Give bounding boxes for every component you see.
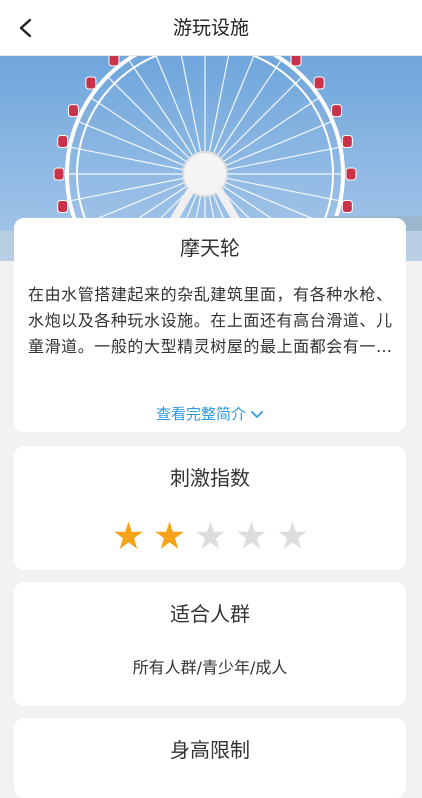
cabin — [57, 135, 69, 149]
height-limit-title: 身高限制 — [170, 738, 250, 762]
intro-card: 摩天轮 在由水管搭建起来的杂乱建筑里面，有各种水枪、水炮以及各种玩水设施。在上面… — [14, 218, 406, 432]
cabin — [341, 199, 353, 213]
cabin — [341, 135, 353, 149]
page-title: 游玩设施 — [172, 17, 249, 39]
cabin — [290, 56, 302, 67]
view-full-intro-label: 查看完整简介 — [155, 405, 246, 423]
cabin — [331, 104, 343, 118]
chevron-down-icon — [250, 406, 264, 424]
audience-card: 适合人群 所有人群/青少年/成人 — [14, 582, 406, 706]
star-empty-icon — [236, 520, 267, 551]
star-empty-icon — [195, 520, 226, 551]
audience-title: 适合人群 — [170, 602, 250, 626]
height-limit-card: 身高限制 — [14, 718, 406, 798]
thrill-index-card: 刺激指数 — [14, 446, 406, 570]
cabin — [313, 76, 325, 90]
facility-description: 在由水管搭建起来的杂乱建筑里面，有各种水枪、水炮以及各种玩水设施。在上面还有高台… — [28, 285, 392, 356]
view-full-intro-link[interactable]: 查看完整简介 — [14, 403, 406, 424]
cabin — [57, 199, 69, 213]
star-filled-icon — [113, 520, 144, 551]
cabin — [67, 104, 79, 118]
cabin — [53, 167, 65, 181]
cabin — [85, 76, 97, 90]
cabin — [345, 167, 357, 181]
audience-value: 所有人群/青少年/成人 — [132, 658, 288, 677]
facility-name: 摩天轮 — [180, 236, 240, 260]
thrill-index-title: 刺激指数 — [170, 466, 250, 490]
top-nav-bar: 游玩设施 — [0, 0, 422, 56]
cabin — [108, 56, 120, 67]
back-button[interactable] — [6, 8, 46, 48]
chevron-left-icon — [19, 18, 32, 38]
star-empty-icon — [277, 520, 308, 551]
star-filled-icon — [154, 520, 185, 551]
thrill-rating-stars — [14, 520, 406, 552]
